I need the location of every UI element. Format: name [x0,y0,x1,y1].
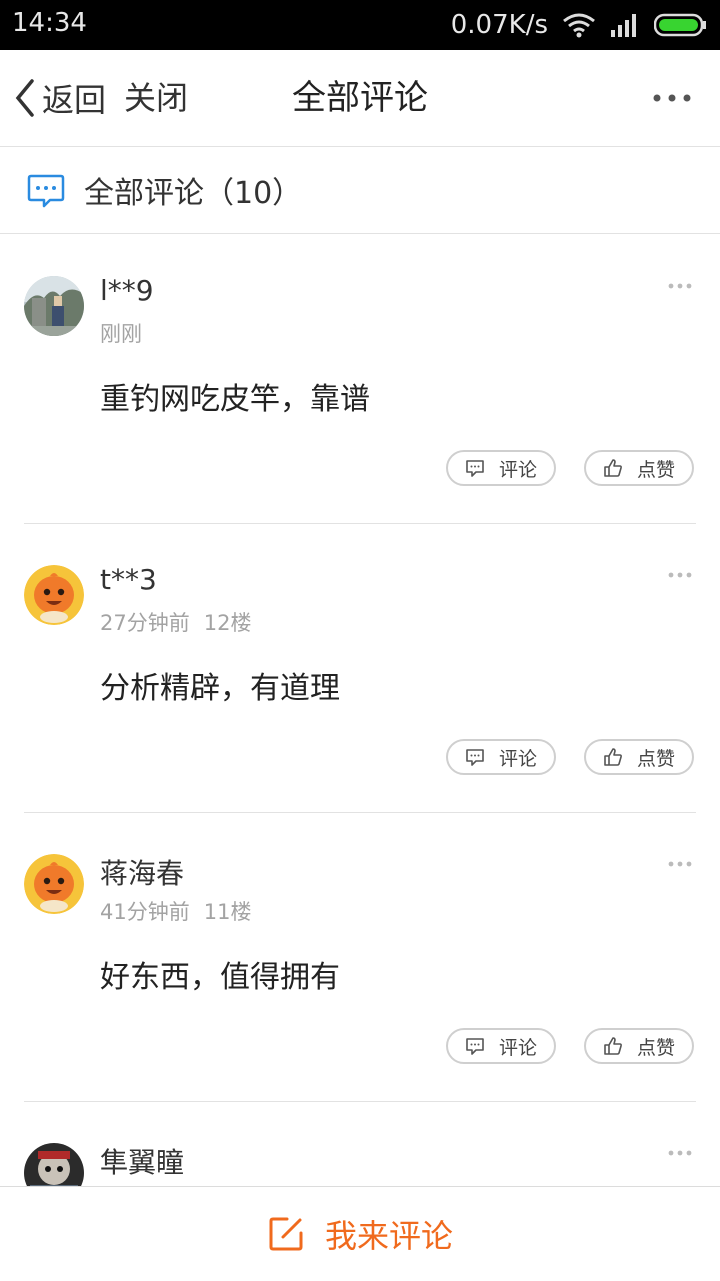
comment-item: t**3 27分钟前 12楼 分析精辟，有道理 评论 点赞 [24,523,696,813]
comment-icon [466,460,484,477]
comment-meta: 41分钟前 11楼 [100,896,251,926]
chevron-left-icon [15,79,34,117]
comment-time: 27分钟前 [100,611,190,635]
reply-button[interactable]: 评论 [446,450,556,486]
comment-item: l**9 刚刚 重钓网吃皮竿，靠谱 评论 点赞 [24,234,696,524]
avatar[interactable] [24,854,84,914]
like-label: 点赞 [636,458,675,481]
comment-text: 重钓网吃皮竿，靠谱 [100,382,370,417]
username[interactable]: 蒋海春 [100,852,184,892]
more-dots-icon[interactable] [668,280,692,292]
signal-icon [610,12,640,38]
thumbs-up-icon [604,459,622,477]
comment-text: 好东西，值得拥有 [100,960,340,995]
more-dots-icon[interactable] [668,569,692,581]
close-button[interactable]: 关闭 [124,76,188,120]
more-dots-icon[interactable] [668,1147,692,1159]
comment-item: 蒋海春 41分钟前 11楼 好东西，值得拥有 评论 点赞 [24,812,696,1102]
username[interactable]: 隼翼瞳 [100,1141,184,1181]
floor-number: 11楼 [203,900,252,924]
reply-button[interactable]: 评论 [446,739,556,775]
comment-icon [466,749,484,766]
write-comment-button[interactable]: 我来评论 [0,1186,720,1281]
network-speed: 0.07K/s [450,10,548,40]
like-label: 点赞 [636,1036,675,1059]
edit-icon [269,1217,303,1251]
battery-icon [654,12,708,38]
section-header: 全部评论（10） [0,147,720,234]
status-right: 0.07K/s [451,8,708,42]
like-label: 点赞 [636,747,675,770]
write-comment-label: 我来评论 [324,1217,453,1255]
reply-label: 评论 [498,747,537,770]
thumbs-up-icon [604,748,622,766]
back-label: 返回 [42,81,107,119]
avatar[interactable] [24,565,84,625]
comment-time: 41分钟前 [100,900,190,924]
avatar[interactable] [24,1143,84,1186]
comment-meta: 27分钟前 12楼 [100,607,251,637]
section-title: 全部评论（10） [84,176,303,211]
reply-label: 评论 [498,1036,537,1059]
avatar[interactable] [24,276,84,336]
reply-label: 评论 [498,458,537,481]
page-title: 全部评论 [292,78,428,118]
more-dots-icon [653,94,691,102]
comment-meta: 刚刚 [100,318,142,348]
comment-bubble-icon [27,174,65,208]
wifi-icon [562,12,596,38]
like-button[interactable]: 点赞 [584,450,694,486]
like-button[interactable]: 点赞 [584,1028,694,1064]
floor-number: 12楼 [203,611,252,635]
thumbs-up-icon [604,1037,622,1055]
username[interactable]: t**3 [100,563,157,596]
back-button[interactable]: 返回 [14,76,106,120]
reply-button[interactable]: 评论 [446,1028,556,1064]
more-button[interactable] [652,84,692,112]
comment-item: 隼翼瞳 [24,1101,696,1186]
comment-text: 分析精辟，有道理 [100,671,340,706]
nav-bar: 返回 关闭 全部评论 [0,50,720,147]
comment-icon [466,1038,484,1055]
username[interactable]: l**9 [100,274,154,307]
status-time: 14:34 [12,8,87,38]
comment-time: 刚刚 [100,322,142,346]
status-bar: 14:34 0.07K/s [0,0,720,50]
more-dots-icon[interactable] [668,858,692,870]
like-button[interactable]: 点赞 [584,739,694,775]
